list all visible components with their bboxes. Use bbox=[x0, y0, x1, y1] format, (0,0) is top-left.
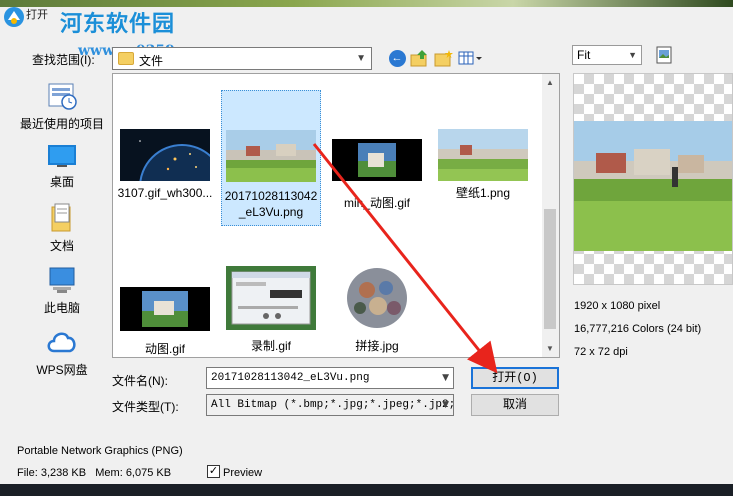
cloud-icon bbox=[45, 327, 79, 357]
file-list-scrollbar[interactable]: ▲ ▼ bbox=[542, 74, 559, 357]
file-name-line1: 20171028113042 bbox=[224, 189, 318, 203]
place-wps-cloud[interactable]: WPS网盘 bbox=[16, 327, 108, 378]
file-name: 3107.gif_wh300... bbox=[117, 186, 213, 200]
file-thumbnail bbox=[226, 266, 316, 330]
file-name-line2: _eL3Vu.png bbox=[238, 205, 304, 219]
new-folder-icon bbox=[434, 50, 453, 67]
file-name: 录制.gif bbox=[250, 339, 291, 353]
chevron-down-icon: ▼ bbox=[356, 53, 366, 64]
chevron-down-icon[interactable]: ▼ bbox=[442, 373, 449, 383]
filetype-label: 文件类型(T): bbox=[112, 400, 179, 414]
image-dpi: 72 x 72 dpi bbox=[574, 346, 628, 358]
computer-icon bbox=[47, 265, 77, 295]
preview-image bbox=[574, 121, 732, 251]
file-thumbnail bbox=[332, 139, 422, 181]
file-item[interactable]: 动图.gif bbox=[115, 287, 215, 357]
scroll-up-icon[interactable]: ▲ bbox=[546, 78, 554, 87]
preview-checkbox[interactable]: ✓ bbox=[207, 465, 220, 478]
file-name: 拼接.jpg bbox=[355, 339, 399, 353]
window-title: 打开 bbox=[26, 9, 48, 21]
file-thumbnail bbox=[120, 287, 210, 331]
file-item-selected[interactable]: 20171028113042 _eL3Vu.png bbox=[221, 90, 321, 226]
file-thumbnail bbox=[332, 266, 422, 330]
desktop-icon bbox=[47, 143, 77, 169]
preview-image-icon bbox=[656, 46, 672, 64]
file-item[interactable]: 3107.gif_wh300... bbox=[115, 129, 225, 230]
file-format: Portable Network Graphics (PNG) bbox=[17, 445, 183, 457]
file-item[interactable]: 拼接.jpg bbox=[327, 266, 427, 354]
place-desktop[interactable]: 桌面 bbox=[16, 143, 108, 190]
watermark-text: 河东软件园 bbox=[60, 11, 176, 37]
preview-checkbox-label: Preview bbox=[223, 467, 263, 479]
new-folder-button[interactable] bbox=[433, 48, 455, 68]
file-item[interactable]: 录制.gif bbox=[221, 266, 321, 354]
cancel-button[interactable]: 取消 bbox=[471, 394, 559, 416]
app-logo-icon bbox=[2, 6, 26, 28]
place-this-pc[interactable]: 此电脑 bbox=[16, 265, 108, 316]
place-label: 最近使用的项目 bbox=[19, 117, 104, 131]
chevron-down-icon: ▼ bbox=[628, 50, 637, 60]
view-menu-button[interactable] bbox=[457, 48, 485, 68]
file-list-view[interactable]: 3107.gif_wh300... 20171028113042 _eL3Vu.… bbox=[112, 73, 560, 358]
place-label: 文档 bbox=[49, 239, 74, 253]
file-size-info: File: 3,238 KB Mem: 6,075 KB bbox=[17, 467, 172, 479]
file-thumbnail bbox=[226, 130, 316, 182]
bottom-background-strip bbox=[0, 484, 733, 496]
open-button[interactable]: 打开(O) bbox=[471, 367, 559, 389]
file-name: 动图.gif bbox=[144, 342, 185, 356]
file-name: min_动图.gif bbox=[343, 196, 411, 210]
file-name: 壁纸1.png bbox=[455, 186, 511, 200]
up-folder-button[interactable] bbox=[409, 48, 431, 68]
places-bar: 最近使用的项目 桌面 文档 此电脑 WPS网盘 bbox=[16, 73, 108, 388]
up-folder-icon bbox=[410, 50, 427, 67]
folder-icon bbox=[118, 52, 134, 65]
scroll-down-icon[interactable]: ▼ bbox=[546, 344, 554, 353]
zoom-value: Fit bbox=[577, 48, 591, 62]
zoom-dropdown[interactable]: Fit ▼ bbox=[572, 45, 642, 65]
scrollbar-thumb[interactable] bbox=[544, 209, 556, 329]
file-thumbnail bbox=[438, 129, 528, 181]
filetype-dropdown[interactable]: All Bitmap (*.bmp;*.jpg;*.jpeg;*.jp2; ▼ bbox=[206, 394, 454, 416]
place-recent[interactable]: 最近使用的项目 bbox=[16, 81, 108, 132]
full-preview-button[interactable] bbox=[654, 45, 674, 65]
recent-items-icon bbox=[45, 81, 79, 111]
place-documents[interactable]: 文档 bbox=[16, 203, 108, 254]
place-label: WPS网盘 bbox=[36, 363, 88, 377]
back-button[interactable]: ← bbox=[386, 48, 408, 68]
file-item[interactable]: min_动图.gif bbox=[327, 139, 427, 211]
documents-folder-icon bbox=[49, 203, 75, 233]
filename-label: 文件名(N): bbox=[112, 374, 168, 388]
view-grid-icon bbox=[458, 51, 482, 65]
lookin-dropdown[interactable]: 文件 ▼ bbox=[112, 47, 372, 70]
chevron-down-icon: ▼ bbox=[442, 400, 449, 410]
image-colors: 16,777,216 Colors (24 bit) bbox=[574, 323, 702, 335]
place-label: 此电脑 bbox=[43, 301, 80, 315]
file-thumbnail bbox=[120, 129, 225, 230]
image-preview-panel bbox=[573, 73, 733, 285]
image-resolution: 1920 x 1080 pixel bbox=[574, 300, 661, 312]
back-arrow-icon: ← bbox=[388, 49, 406, 67]
place-label: 桌面 bbox=[49, 175, 74, 189]
lookin-value: 文件 bbox=[139, 54, 164, 68]
file-item[interactable]: 壁纸1.png bbox=[433, 129, 533, 201]
filename-value: 20171028113042_eL3Vu.png bbox=[211, 372, 370, 384]
lookin-label: 查找范围(I): bbox=[32, 53, 95, 67]
filename-input[interactable]: 20171028113042_eL3Vu.png ▼ bbox=[206, 367, 454, 389]
filetype-value: All Bitmap (*.bmp;*.jpg;*.jpeg;*.jp2; bbox=[211, 399, 454, 411]
